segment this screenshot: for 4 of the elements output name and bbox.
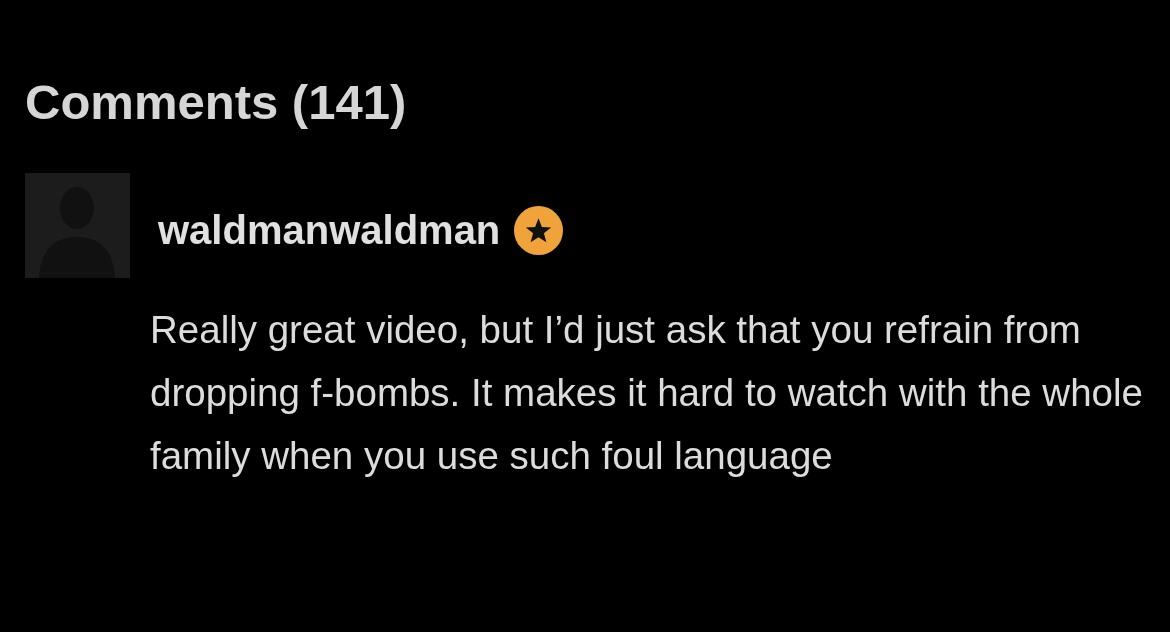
avatar-icon[interactable] [25, 173, 130, 278]
comment-text: Really great video, but I’d just ask that you refrain from dropping f-bombs. It makes it hard to watch with the whole family when you use such foul language [150, 307, 1144, 479]
comments-heading: Comments (141) [25, 78, 408, 127]
username-link[interactable]: waldmanwaldman [158, 208, 501, 253]
